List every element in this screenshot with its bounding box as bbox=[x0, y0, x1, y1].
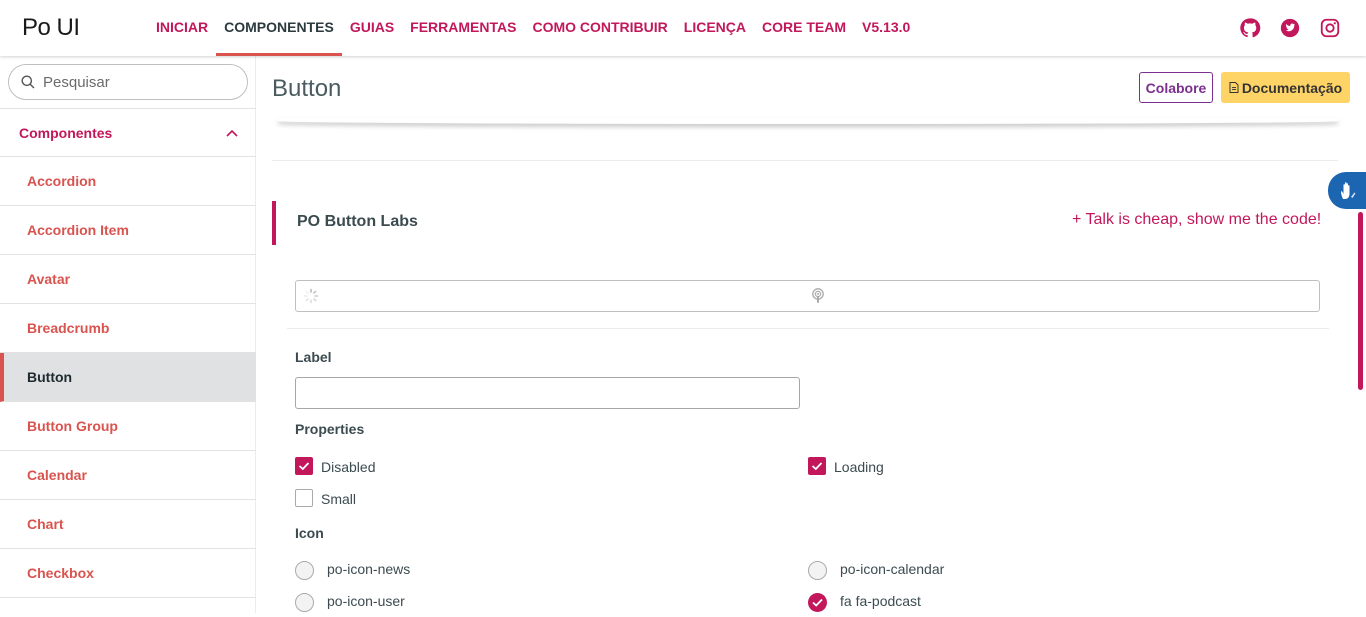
hand-sign-icon bbox=[1341, 182, 1356, 199]
document-icon bbox=[1229, 82, 1239, 93]
sidebar-item-label: Breadcrumb bbox=[27, 320, 110, 336]
sidebar-item-label: Accordion Item bbox=[27, 222, 129, 238]
page-title: Button bbox=[272, 75, 342, 102]
sidebar-item-calendar[interactable]: Calendar bbox=[0, 451, 256, 500]
documentacao-label: Documentação bbox=[1241, 79, 1343, 96]
sidebar-item-label: Avatar bbox=[27, 271, 71, 287]
twitter-icon[interactable] bbox=[1279, 17, 1301, 39]
checkbox-label-loading: Loading bbox=[834, 459, 884, 475]
nav-licenca[interactable]: LICENÇA bbox=[676, 0, 754, 56]
sidebar-item-avatar[interactable]: Avatar bbox=[0, 255, 256, 304]
labs-title: PO Button Labs bbox=[297, 213, 418, 230]
instagram-icon[interactable] bbox=[1319, 17, 1341, 39]
github-icon[interactable] bbox=[1239, 17, 1261, 39]
sidebar-group-componentes[interactable]: Componentes bbox=[0, 108, 256, 157]
documentacao-button[interactable]: Documentação bbox=[1221, 72, 1350, 103]
label-field-label: Label bbox=[295, 349, 332, 365]
sidebar-item-label: Calendar bbox=[27, 467, 87, 483]
sidebar-item-label: Button Group bbox=[27, 418, 118, 434]
radio-label-fa-podcast: fa fa-podcast bbox=[840, 593, 921, 609]
nav-componentes[interactable]: COMPONENTES bbox=[216, 0, 342, 56]
nav-ferramentas[interactable]: FERRAMENTAS bbox=[402, 0, 524, 56]
divider bbox=[272, 160, 1338, 161]
nav-guias[interactable]: GUIAS bbox=[342, 0, 402, 56]
checkmark-icon bbox=[812, 598, 823, 607]
nav-como-contribuir[interactable]: COMO CONTRIBUIR bbox=[524, 0, 675, 56]
sidebar-item-label: Checkbox bbox=[27, 565, 94, 581]
radio-label-po-icon-user: po-icon-user bbox=[327, 593, 405, 609]
sidebar-item-chart[interactable]: Chart bbox=[0, 500, 256, 549]
sidebar-item-accordion[interactable]: Accordion bbox=[0, 157, 256, 206]
radio-po-icon-calendar[interactable] bbox=[808, 561, 827, 580]
checkbox-small[interactable] bbox=[295, 489, 313, 507]
radio-po-icon-news[interactable] bbox=[295, 561, 314, 580]
radio-label-po-icon-news: po-icon-news bbox=[327, 561, 411, 577]
radio-fa-podcast[interactable] bbox=[808, 593, 827, 612]
top-bar: Po UI INICIAR COMPONENTES GUIAS FERRAMEN… bbox=[0, 0, 1366, 56]
checkmark-icon bbox=[298, 462, 310, 471]
sidebar-item-label: Button bbox=[27, 369, 73, 385]
button-preview bbox=[295, 280, 1320, 312]
show-code-link[interactable]: + Talk is cheap, show me the code! bbox=[1072, 211, 1321, 229]
labs-accent-bar bbox=[272, 201, 276, 245]
icon-label: Icon bbox=[295, 525, 324, 541]
divider bbox=[287, 328, 1329, 329]
chevron-up-icon bbox=[226, 129, 238, 137]
checkbox-loading[interactable] bbox=[808, 457, 826, 475]
logo[interactable]: Po UI bbox=[22, 14, 80, 42]
checkbox-label-disabled: Disabled bbox=[321, 459, 376, 475]
accessibility-widget[interactable] bbox=[1328, 172, 1366, 209]
sidebar-item-accordion-item[interactable]: Accordion Item bbox=[0, 206, 256, 255]
sidebar-item-breadcrumb[interactable]: Breadcrumb bbox=[0, 304, 256, 353]
search-box[interactable] bbox=[8, 64, 248, 100]
podcast-icon bbox=[812, 288, 824, 303]
sidebar-group-label: Componentes bbox=[19, 125, 113, 141]
sidebar-item-checkbox[interactable]: Checkbox bbox=[0, 549, 256, 598]
nav-version[interactable]: V5.13.0 bbox=[854, 0, 918, 56]
sidebar-item-label: Chart bbox=[27, 516, 64, 532]
nav-core-team[interactable]: CORE TEAM bbox=[754, 0, 854, 56]
loading-spinner-icon bbox=[303, 288, 319, 304]
properties-label: Properties bbox=[295, 421, 365, 437]
colabore-button[interactable]: Colabore bbox=[1139, 72, 1213, 103]
sidebar: Componentes Accordion Accordion Item Ava… bbox=[0, 56, 256, 613]
checkbox-label-small: Small bbox=[321, 491, 357, 507]
radio-po-icon-user[interactable] bbox=[295, 593, 314, 612]
nav-iniciar[interactable]: INICIAR bbox=[148, 0, 216, 56]
checkbox-disabled[interactable] bbox=[295, 457, 313, 475]
scrollbar-thumb[interactable] bbox=[1358, 212, 1363, 390]
search-input[interactable] bbox=[43, 71, 239, 93]
radio-label-po-icon-calendar: po-icon-calendar bbox=[840, 561, 945, 577]
sidebar-item-label: Accordion bbox=[27, 173, 97, 189]
main-nav: INICIAR COMPONENTES GUIAS FERRAMENTAS CO… bbox=[148, 0, 918, 56]
checkmark-icon bbox=[811, 462, 823, 471]
sidebar-item-button-group[interactable]: Button Group bbox=[0, 402, 256, 451]
search-icon bbox=[21, 75, 35, 89]
header-shadow bbox=[278, 118, 1338, 124]
sidebar-item-button[interactable]: Button bbox=[0, 353, 256, 402]
label-input[interactable] bbox=[295, 377, 800, 409]
